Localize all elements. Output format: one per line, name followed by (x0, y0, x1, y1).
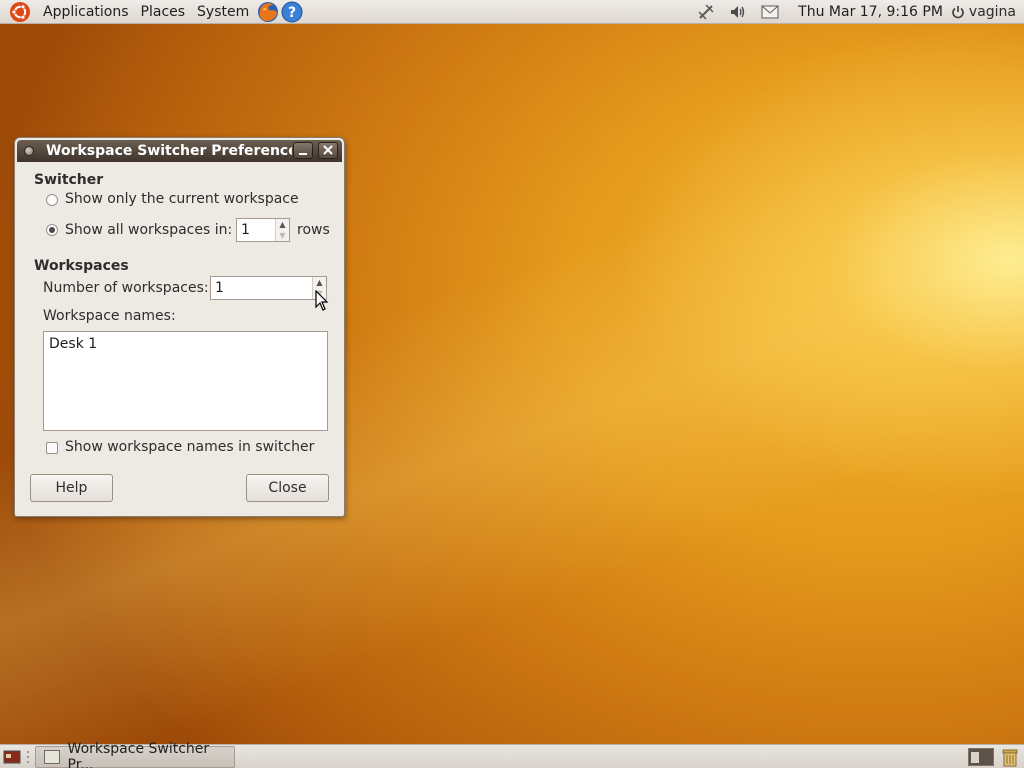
user-name: vagina (968, 3, 1016, 20)
minimize-icon (299, 153, 307, 155)
user-menu[interactable]: vagina (951, 4, 1016, 20)
dialog-title: Workspace Switcher Preferences (46, 143, 292, 159)
window-icon (44, 750, 60, 764)
rows-increment-icon[interactable]: ▲ (276, 219, 289, 230)
close-button[interactable]: Close (246, 474, 329, 502)
help-button[interactable]: Help (30, 474, 113, 502)
workspace-names-list[interactable]: Desk 1 (43, 331, 328, 431)
window-menu-icon[interactable] (24, 146, 34, 156)
switcher-heading: Switcher (34, 172, 104, 188)
show-current-label[interactable]: Show only the current workspace (65, 191, 299, 207)
show-all-label[interactable]: Show all workspaces in: (65, 222, 232, 238)
trash-icon[interactable] (1000, 747, 1020, 767)
help-icon[interactable]: ? (281, 1, 303, 23)
workspace-pager[interactable] (968, 748, 994, 766)
taskbar-button-label: Workspace Switcher Pr... (67, 741, 210, 768)
ubuntu-logo-icon[interactable] (9, 1, 31, 23)
radio-show-all[interactable] (46, 224, 58, 236)
dialog-titlebar[interactable]: Workspace Switcher Preferences (17, 140, 342, 162)
mail-icon[interactable] (759, 1, 781, 23)
show-desktop-icon[interactable] (3, 749, 21, 765)
workspaces-heading: Workspaces (34, 258, 129, 274)
num-increment-icon[interactable]: ▲ (313, 277, 326, 288)
rows-value[interactable]: 1 (237, 219, 275, 241)
panel-clock[interactable]: Thu Mar 17, 9:16 PM (798, 4, 943, 20)
workspace-switcher-preferences-dialog: Workspace Switcher Preferences Switcher … (14, 137, 345, 517)
mouse-cursor-icon (315, 290, 329, 311)
show-names-label[interactable]: Show workspace names in switcher (65, 439, 314, 455)
num-workspaces-spinbutton[interactable]: 1 ▲ ▼ (210, 276, 327, 300)
firefox-icon[interactable] (257, 1, 279, 23)
panel-handle-icon (27, 751, 29, 763)
close-icon (323, 145, 333, 155)
rows-spinbutton[interactable]: 1 ▲ ▼ (236, 218, 290, 242)
radio-show-current[interactable] (46, 194, 58, 206)
rows-decrement-icon[interactable]: ▼ (276, 230, 289, 241)
network-icon[interactable] (695, 1, 717, 23)
rows-suffix: rows (297, 222, 330, 238)
bottom-panel: Workspace Switcher Pr... (0, 741, 1024, 768)
show-names-checkbox[interactable] (46, 442, 58, 454)
menu-system[interactable]: System (191, 0, 255, 24)
menu-applications[interactable]: Applications (37, 0, 135, 24)
num-workspaces-label: Number of workspaces: (43, 280, 209, 296)
workspace-names-label: Workspace names: (43, 308, 176, 324)
num-workspaces-value[interactable]: 1 (211, 277, 312, 299)
menu-places[interactable]: Places (135, 0, 192, 24)
svg-text:?: ? (288, 5, 296, 21)
top-panel: Applications Places System ? Thu Mar 17,… (0, 0, 1024, 24)
workspace-name-item[interactable]: Desk 1 (49, 336, 322, 352)
taskbar-button-workspace-switcher[interactable]: Workspace Switcher Pr... (35, 741, 235, 768)
minimize-button[interactable] (293, 142, 313, 159)
close-window-button[interactable] (318, 142, 338, 159)
power-icon (952, 5, 964, 18)
volume-icon[interactable] (727, 1, 749, 23)
